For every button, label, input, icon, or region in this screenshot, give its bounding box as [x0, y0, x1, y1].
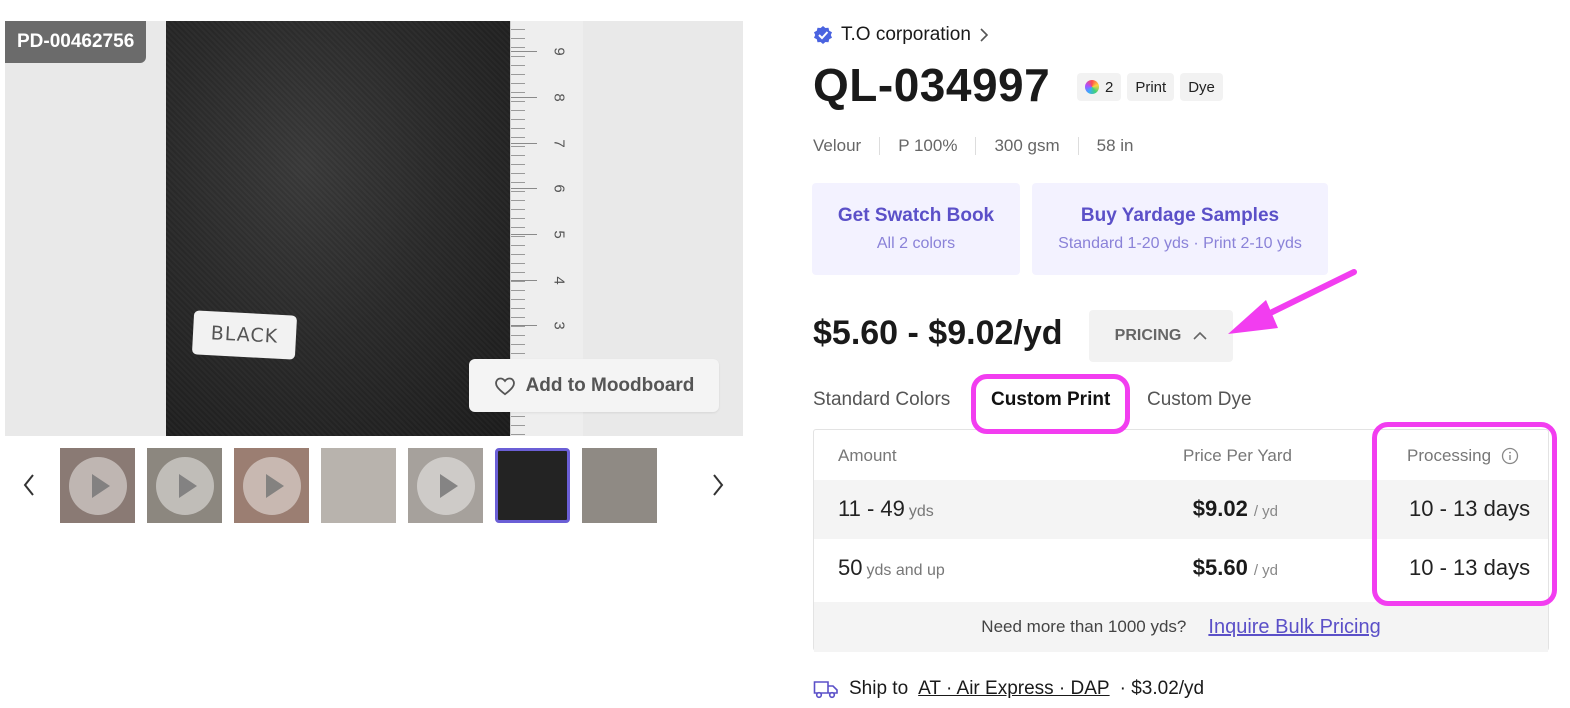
thumbnail-prev-button[interactable]	[15, 462, 43, 508]
chevron-right-icon	[713, 474, 724, 496]
spec-width: 58 in	[1096, 136, 1134, 155]
buy-yardage-samples-button[interactable]: Buy Yardage Samples Standard 1-20 yds · …	[1032, 183, 1328, 275]
shipping-info: Ship to AT · Air Express · DAP · $3.02/y…	[813, 678, 1204, 700]
price-range: $5.60 - $9.02/yd	[813, 314, 1063, 352]
ruler-number: 7	[550, 139, 568, 148]
row-price: $9.02/ yd	[1192, 496, 1278, 521]
supplier-link[interactable]: T.O corporation	[813, 24, 989, 46]
thumbnail-image[interactable]	[321, 448, 396, 523]
thumbnail-video[interactable]	[234, 448, 309, 523]
divider	[975, 137, 977, 155]
truck-icon	[813, 681, 838, 699]
ship-prefix: Ship to	[849, 678, 909, 699]
row-amount: 50 yds and up	[838, 555, 945, 580]
product-code-title: QL-034997	[813, 59, 1051, 111]
thumbnail-video[interactable]	[60, 448, 135, 523]
ruler-number: 5	[550, 230, 568, 239]
supplier-name: T.O corporation	[841, 24, 971, 45]
swatch-book-subtitle: All 2 colors	[876, 235, 956, 252]
heart-icon	[494, 376, 516, 396]
thumbnail-image[interactable]	[582, 448, 657, 523]
dye-tag: Dye	[1180, 73, 1223, 101]
ruler-number: 4	[550, 276, 568, 285]
row-amount: 11 - 49 yds	[838, 496, 934, 521]
color-wheel-icon	[1085, 80, 1099, 94]
pricing-toggle-button[interactable]: PRICING	[1089, 310, 1233, 362]
ruler-number: 3	[550, 321, 568, 330]
thumbnail-image-selected[interactable]	[495, 448, 570, 523]
highlight-custom-print-tab	[971, 374, 1130, 434]
verified-badge-icon	[814, 26, 832, 44]
print-tag: Print	[1127, 73, 1175, 101]
pricing-toggle-label: PRICING	[1114, 327, 1182, 344]
spec-fabric-type: Velour	[813, 136, 862, 155]
spec-weight: 300 gsm	[994, 136, 1060, 155]
ruler-number: 6	[550, 184, 568, 193]
thumbnail-video[interactable]	[408, 448, 483, 523]
play-icon	[155, 456, 214, 515]
spec-composition: P 100%	[898, 136, 958, 155]
add-to-moodboard-label: Add to Moodboard	[525, 374, 695, 396]
fabric-photo	[166, 21, 512, 436]
thumbnail-next-button[interactable]	[704, 462, 732, 508]
inquire-bulk-pricing-link[interactable]: Inquire Bulk Pricing	[1208, 616, 1380, 639]
play-icon	[68, 456, 127, 515]
highlight-processing-column	[1372, 422, 1557, 606]
ruler-number: 9	[550, 47, 568, 56]
fabric-specs: Velour P 100% 300 gsm 58 in	[813, 136, 1134, 156]
divider	[879, 137, 881, 155]
color-count: 2	[1105, 78, 1114, 96]
header-amount: Amount	[838, 446, 897, 465]
bulk-pricing-footer: Need more than 1000 yds? Inquire Bulk Pr…	[814, 602, 1548, 652]
ship-destination-link[interactable]: AT · Air Express · DAP	[918, 678, 1109, 700]
get-swatch-book-button[interactable]: Get Swatch Book All 2 colors	[812, 183, 1020, 275]
color-count-tag: 2	[1077, 73, 1122, 101]
ship-cost: · $3.02/yd	[1119, 678, 1205, 699]
product-tags: 2 Print Dye	[1077, 73, 1223, 101]
divider	[1077, 137, 1079, 155]
chevron-left-icon	[23, 474, 34, 496]
swatch-book-title: Get Swatch Book	[837, 205, 995, 226]
thumbnail-video[interactable]	[147, 448, 222, 523]
yardage-samples-subtitle: Standard 1-20 yds · Print 2-10 yds	[1058, 235, 1302, 252]
chevron-up-icon	[1193, 331, 1207, 340]
arrow-annotation-icon	[1228, 269, 1357, 334]
product-id-badge: PD-00462756	[5, 21, 147, 63]
header-price-per-yard: Price Per Yard	[1183, 446, 1292, 465]
play-icon	[416, 456, 475, 515]
bulk-question: Need more than 1000 yds?	[981, 617, 1187, 636]
row-price: $5.60/ yd	[1192, 555, 1278, 580]
ruler-number: 8	[550, 93, 568, 102]
yardage-samples-title: Buy Yardage Samples	[1080, 205, 1280, 226]
tab-custom-dye[interactable]: Custom Dye	[1147, 389, 1252, 411]
tab-standard-colors[interactable]: Standard Colors	[813, 389, 950, 411]
swatch-color-label: BLACK	[191, 310, 298, 360]
play-icon	[242, 456, 301, 515]
add-to-moodboard-button[interactable]: Add to Moodboard	[469, 359, 719, 412]
chevron-right-icon	[980, 28, 989, 42]
